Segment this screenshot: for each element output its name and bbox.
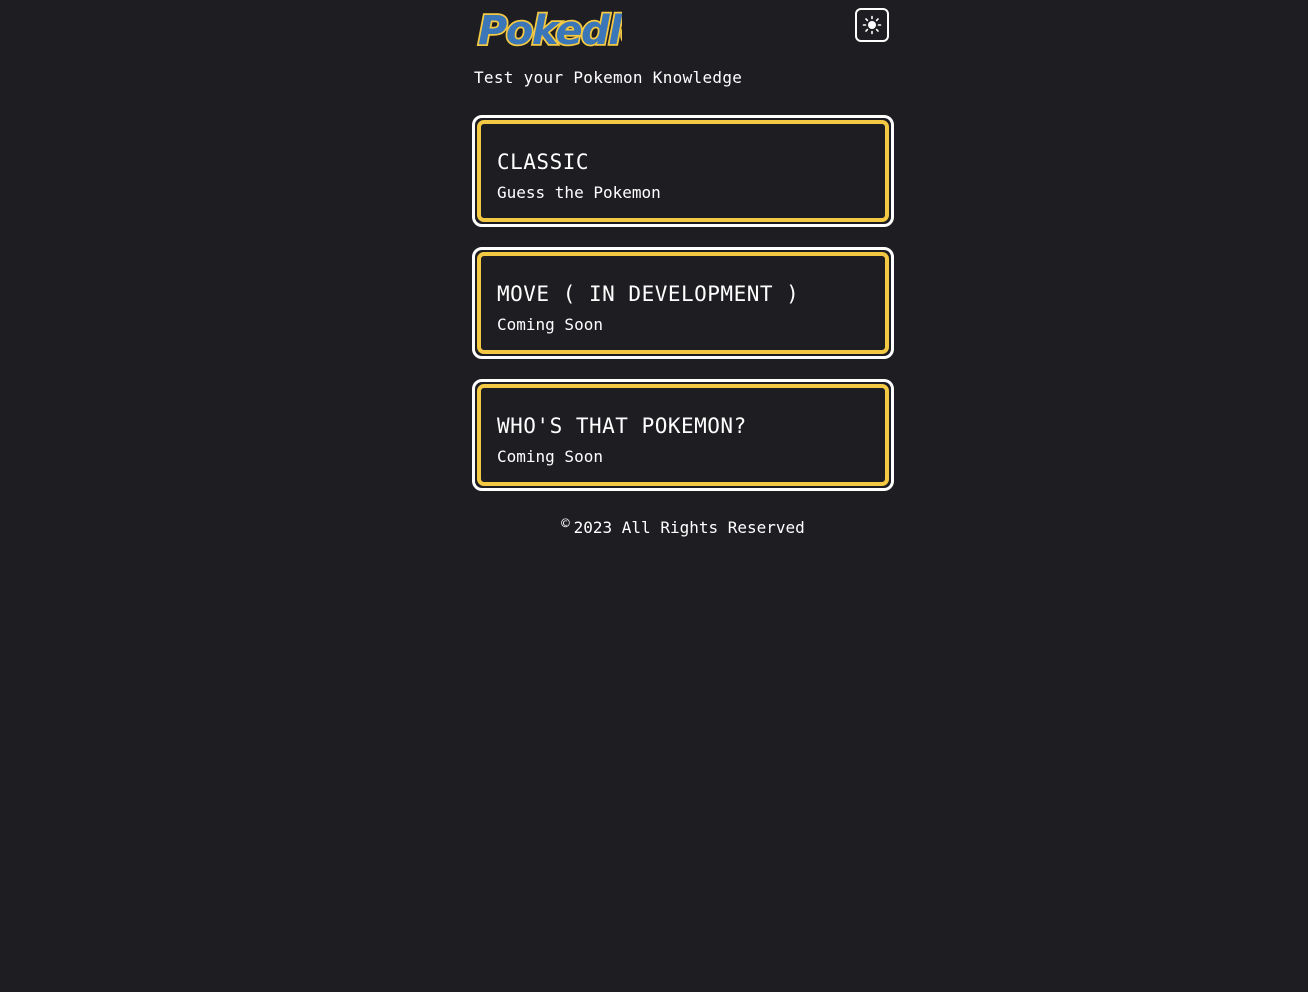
pokedle-logo[interactable]: Pokedle bbox=[476, 0, 622, 54]
mode-card-classic[interactable]: CLASSIC Guess the Pokemon bbox=[472, 115, 894, 227]
mode-title: CLASSIC bbox=[497, 150, 590, 174]
copyright-symbol: © bbox=[561, 516, 570, 532]
page-container: Pokedle Test your Pokemon Knowledge bbox=[472, 0, 894, 537]
theme-toggle-button[interactable] bbox=[855, 8, 889, 42]
mode-subtitle: Coming Soon bbox=[497, 447, 603, 466]
mode-card-inner: MOVE ( IN DEVELOPMENT ) Coming Soon bbox=[477, 252, 889, 354]
sun-icon bbox=[862, 15, 882, 35]
footer-text: 2023 All Rights Reserved bbox=[573, 518, 805, 537]
mode-card-move[interactable]: MOVE ( IN DEVELOPMENT ) Coming Soon bbox=[472, 247, 894, 359]
mode-card-inner: CLASSIC Guess the Pokemon bbox=[477, 120, 889, 222]
svg-text:Pokedle: Pokedle bbox=[478, 8, 622, 54]
mode-subtitle: Guess the Pokemon bbox=[497, 183, 661, 202]
mode-card-whos-that-pokemon[interactable]: WHO'S THAT POKEMON? Coming Soon bbox=[472, 379, 894, 491]
header: Pokedle bbox=[472, 0, 894, 60]
footer: © 2023 All Rights Reserved bbox=[472, 516, 894, 537]
tagline: Test your Pokemon Knowledge bbox=[474, 68, 743, 87]
mode-subtitle: Coming Soon bbox=[497, 315, 603, 334]
mode-card-inner: WHO'S THAT POKEMON? Coming Soon bbox=[477, 384, 889, 486]
mode-title: MOVE ( IN DEVELOPMENT ) bbox=[497, 282, 800, 306]
mode-title: WHO'S THAT POKEMON? bbox=[497, 414, 747, 438]
